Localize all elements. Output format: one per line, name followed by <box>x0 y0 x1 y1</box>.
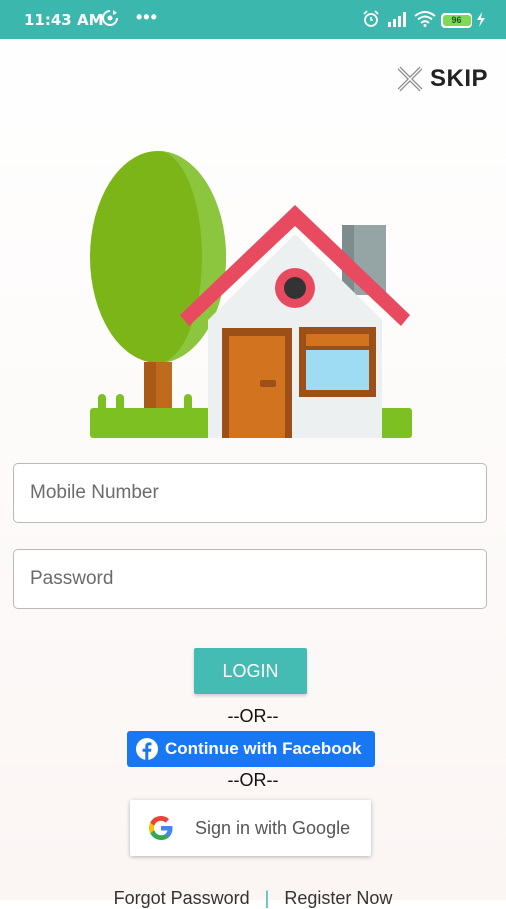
facebook-icon <box>136 738 158 760</box>
google-signin-button[interactable]: Sign in with Google <box>130 800 371 856</box>
password-field[interactable] <box>13 549 487 609</box>
bottom-links: Forgot Password | Register Now <box>0 888 506 909</box>
mobile-number-input[interactable] <box>14 464 486 522</box>
skip-button[interactable]: SKIP <box>396 62 488 96</box>
charging-icon <box>477 12 485 27</box>
battery-level: 96 <box>451 15 462 25</box>
google-icon <box>149 816 173 840</box>
sync-icon <box>102 10 118 26</box>
house-illustration <box>90 151 412 438</box>
facebook-label: Continue with Facebook <box>165 739 362 758</box>
signal-icon <box>388 12 406 27</box>
status-time: 11:43 AM <box>24 11 104 29</box>
register-now-link[interactable]: Register Now <box>284 888 392 908</box>
battery-icon: 96 <box>441 13 472 28</box>
or-divider: --OR-- <box>227 770 279 790</box>
mobile-number-field[interactable] <box>13 463 487 523</box>
link-separator: | <box>264 888 270 908</box>
facebook-login-button[interactable]: Continue with Facebook <box>127 731 375 767</box>
forgot-password-link[interactable]: Forgot Password <box>114 888 250 908</box>
more-notifications: ••• <box>136 7 158 27</box>
alarm-icon <box>363 10 379 27</box>
login-button[interactable]: LOGIN <box>194 648 307 694</box>
google-label: Sign in with Google <box>195 817 351 838</box>
close-icon <box>397 66 423 92</box>
or-divider: --OR-- <box>227 706 279 726</box>
status-bar: 11:43 AM ••• 96 <box>0 0 506 39</box>
skip-label: SKIP <box>429 65 488 92</box>
wifi-icon <box>414 11 436 27</box>
password-input[interactable] <box>14 550 486 608</box>
